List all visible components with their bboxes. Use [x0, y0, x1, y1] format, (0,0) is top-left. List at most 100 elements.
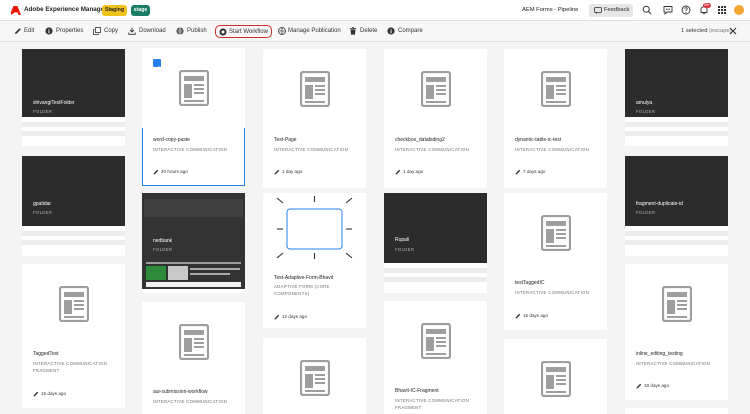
card-title: amulya [636, 100, 653, 106]
card-interactive-communication[interactable]: word-copy-paste INTERACTIVE COMMUNICATIO… [142, 48, 245, 186]
time-text: 1 day ago [403, 169, 424, 174]
card-interactive-communication-fragment[interactable]: Bhavit-IC-Fragment INTERACTIVE COMMUNICA… [384, 301, 487, 414]
document-thumbnail [142, 302, 245, 382]
document-thumbnail [263, 338, 366, 414]
preview-image [146, 266, 166, 280]
compare-info-icon [387, 27, 395, 35]
card-title: dynamic-table-ic-test [515, 137, 562, 143]
feedback-button[interactable]: Feedback [589, 4, 633, 17]
card-type: FOLDER [153, 247, 173, 252]
start-workflow-label: Start Workflow [229, 29, 268, 35]
card-title: gpatidar [33, 201, 52, 207]
copy-label: Copy [104, 28, 119, 34]
card-type: INTERACTIVE COMMUNICATION [395, 147, 470, 152]
pencil-icon [395, 169, 401, 175]
download-label: Download [139, 28, 166, 34]
card-interactive-communication[interactable]: Test-Page INTERACTIVE COMMUNICATION 1 da… [263, 49, 366, 188]
time-text: 7 days ago [523, 169, 546, 174]
pencil-icon [515, 169, 521, 175]
card-folder[interactable]: Rupali FOLDER [384, 193, 487, 293]
adaptive-form-icon [276, 196, 353, 259]
time-text: 12 days ago [282, 314, 308, 319]
card-title: Rupali [395, 237, 410, 243]
trash-icon [349, 27, 357, 35]
card-folder[interactable]: amulya FOLDER [625, 49, 728, 146]
selected-checkbox[interactable] [153, 59, 161, 71]
folder-thumbnail [625, 49, 728, 117]
delete-button[interactable]: Delete [349, 25, 377, 37]
properties-label: Properties [56, 28, 84, 34]
document-icon [421, 323, 451, 359]
pencil-icon [153, 169, 159, 175]
chat-icon[interactable] [663, 5, 673, 15]
card-interactive-communication[interactable]: inline_editing_testing INTERACTIVE COMMU… [625, 264, 728, 400]
card-type: ADAPTIVE FORM (CORE COMPONENTS) [274, 284, 330, 296]
card-interactive-communication[interactable]: checkbox_databiding2 INTERACTIVE COMMUNI… [384, 49, 487, 188]
apps-grid-icon[interactable] [717, 5, 727, 15]
pencil-icon [274, 169, 280, 175]
publish-button[interactable]: Publish [176, 25, 207, 37]
card-type: INTERACTIVE COMMUNICATION FRAGMENT [395, 398, 470, 410]
manage-publication-label: Manage Publication [288, 28, 341, 34]
properties-button[interactable]: Properties [45, 25, 85, 37]
download-button[interactable]: Download [128, 25, 166, 37]
card-type: INTERACTIVE COMMUNICATION [153, 399, 228, 404]
document-icon [541, 215, 571, 251]
card-title: fragment-duplicate-id [636, 201, 683, 207]
card-partial[interactable] [625, 408, 728, 414]
help-icon[interactable] [681, 5, 691, 15]
card-folder[interactable]: nedbank FOLDER [142, 193, 245, 293]
publish-label: Publish [187, 28, 207, 34]
user-avatar[interactable] [734, 5, 744, 15]
card-title: inline_editing_testing [636, 351, 683, 357]
card-interactive-communication[interactable]: aui-submission-workflow INTERACTIVE COMM… [142, 302, 245, 414]
document-icon [59, 286, 89, 322]
preview-image [168, 266, 188, 280]
manage-publication-button[interactable]: Manage Publication [278, 25, 341, 37]
card-folder[interactable]: gpatidar FOLDER [22, 156, 125, 256]
document-icon [421, 71, 451, 107]
feedback-label: Feedback [604, 7, 630, 13]
card-interactive-communication[interactable] [504, 339, 607, 414]
adobe-logo-icon[interactable] [11, 6, 21, 15]
card-type: FOLDER [395, 247, 415, 252]
document-thumbnail [504, 193, 607, 273]
card-interactive-communication-fragment[interactable]: TaggedTest INTERACTIVE COMMUNICATION FRA… [22, 264, 125, 408]
card-interactive-communication[interactable] [263, 338, 366, 414]
card-interactive-communication[interactable]: dynamic-table-ic-test INTERACTIVE COMMUN… [504, 49, 607, 188]
globe-icon [176, 27, 184, 35]
compare-button[interactable]: Compare [387, 25, 423, 37]
card-footer-strip [22, 122, 125, 127]
copy-button[interactable]: Copy [93, 25, 119, 37]
adaptive-form-thumbnail [263, 193, 366, 269]
card-interactive-communication[interactable]: testTaggedIC INTERACTIVE COMMUNICATION 1… [504, 193, 607, 330]
card-adaptive-form[interactable]: Test-Adaptive-Form-Bhavit ADAPTIVE FORM … [263, 193, 366, 328]
close-icon[interactable] [729, 27, 737, 35]
card-title: Bhavit-IC-Fragment [395, 388, 439, 394]
card-title: shivangiTestFolder [33, 100, 75, 106]
search-icon[interactable] [642, 5, 652, 15]
compare-label: Compare [398, 28, 423, 34]
preview-line [190, 273, 230, 275]
card-title: testTaggedIC [515, 280, 545, 286]
preview-bar [146, 262, 241, 264]
tenant-name[interactable]: AEM Forms - Pipeline [522, 7, 578, 13]
card-footer-strip [384, 277, 487, 282]
document-thumbnail [625, 264, 728, 344]
document-icon [662, 286, 692, 322]
top-bar: Adobe Experience Manager Staging stage A… [0, 0, 750, 21]
card-title: checkbox_databiding2 [395, 137, 445, 143]
pencil-icon [274, 314, 280, 320]
card-title: Test-Adaptive-Form-Bhavit [274, 275, 334, 281]
app-title[interactable]: Adobe Experience Manager [24, 6, 107, 13]
document-thumbnail [504, 339, 607, 414]
card-footer-strip [625, 131, 728, 136]
document-thumbnail [384, 49, 487, 129]
card-folder[interactable]: fragment-duplicate-id FOLDER [625, 156, 728, 256]
card-title: word-copy-paste [153, 137, 190, 143]
card-type: INTERACTIVE COMMUNICATION [274, 147, 349, 152]
pencil-icon [636, 383, 642, 389]
card-folder[interactable]: shivangiTestFolder FOLDER [22, 49, 125, 146]
edit-button[interactable]: Edit [14, 25, 38, 37]
start-workflow-button[interactable]: Start Workflow [215, 25, 272, 38]
